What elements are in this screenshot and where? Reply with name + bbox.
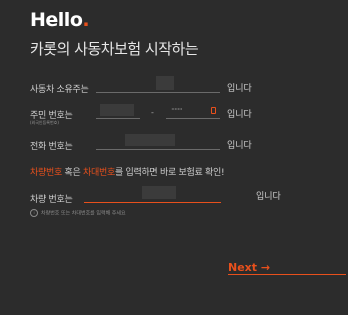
phone-row: 전화 번호는 입니다 — [30, 133, 330, 159]
document-icon — [211, 107, 216, 114]
owner-suffix: 입니다 — [227, 84, 252, 94]
hint-text: 차량번호 또는 차대번호를 입력해 주세요 — [41, 210, 126, 217]
owner-label: 사동차 소유주는 — [30, 85, 89, 95]
greeting-text: Hello — [30, 9, 83, 31]
page-subtitle: 카롯의 사동차보험 시작하는 — [30, 40, 199, 58]
car-number-input[interactable] — [142, 186, 176, 199]
phone-suffix: 입니다 — [227, 141, 252, 151]
phone-number-input[interactable] — [125, 134, 175, 146]
car-input-hint: i 차량번호 또는 차대번호를 입력해 주세요 — [30, 209, 126, 217]
info-icon: i — [30, 209, 38, 217]
greeting-title: Hello. — [30, 9, 90, 31]
next-underline — [228, 274, 346, 275]
resident-front-input[interactable] — [100, 104, 134, 116]
resident-back-underline — [166, 118, 220, 119]
resident-front-underline — [96, 118, 140, 119]
resident-row: 주민 번호는 (외국인등록번호) - ······· 입니다 — [30, 102, 330, 128]
notice-or: 혹은 — [61, 168, 84, 178]
greeting-dot: . — [82, 9, 90, 31]
car-input-underline — [84, 202, 221, 203]
resident-back-masked[interactable]: ······· — [171, 105, 183, 114]
resident-separator: - — [151, 108, 154, 117]
phone-input-underline — [96, 149, 220, 150]
notice-rest: 를 입력하면 바로 보험료 확인! — [114, 168, 225, 178]
phone-label: 전화 번호는 — [30, 142, 73, 152]
car-number-notice: 차량번호 혹은 차대번호를 입력하면 바로 보험료 확인! — [30, 165, 225, 178]
next-button[interactable]: Next → — [228, 261, 270, 274]
resident-sublabel: (외국인등록번호) — [30, 120, 59, 125]
car-label: 차량 번호는 — [30, 195, 73, 205]
owner-row: 사동차 소유주는 입니다 — [30, 76, 330, 102]
notice-car-number: 차량번호 — [30, 168, 62, 178]
notice-vin: 차대번호 — [83, 168, 115, 178]
resident-suffix: 입니다 — [227, 110, 252, 120]
owner-name-input[interactable] — [156, 76, 174, 90]
car-suffix: 입니다 — [256, 192, 281, 202]
owner-input-underline — [96, 92, 220, 93]
